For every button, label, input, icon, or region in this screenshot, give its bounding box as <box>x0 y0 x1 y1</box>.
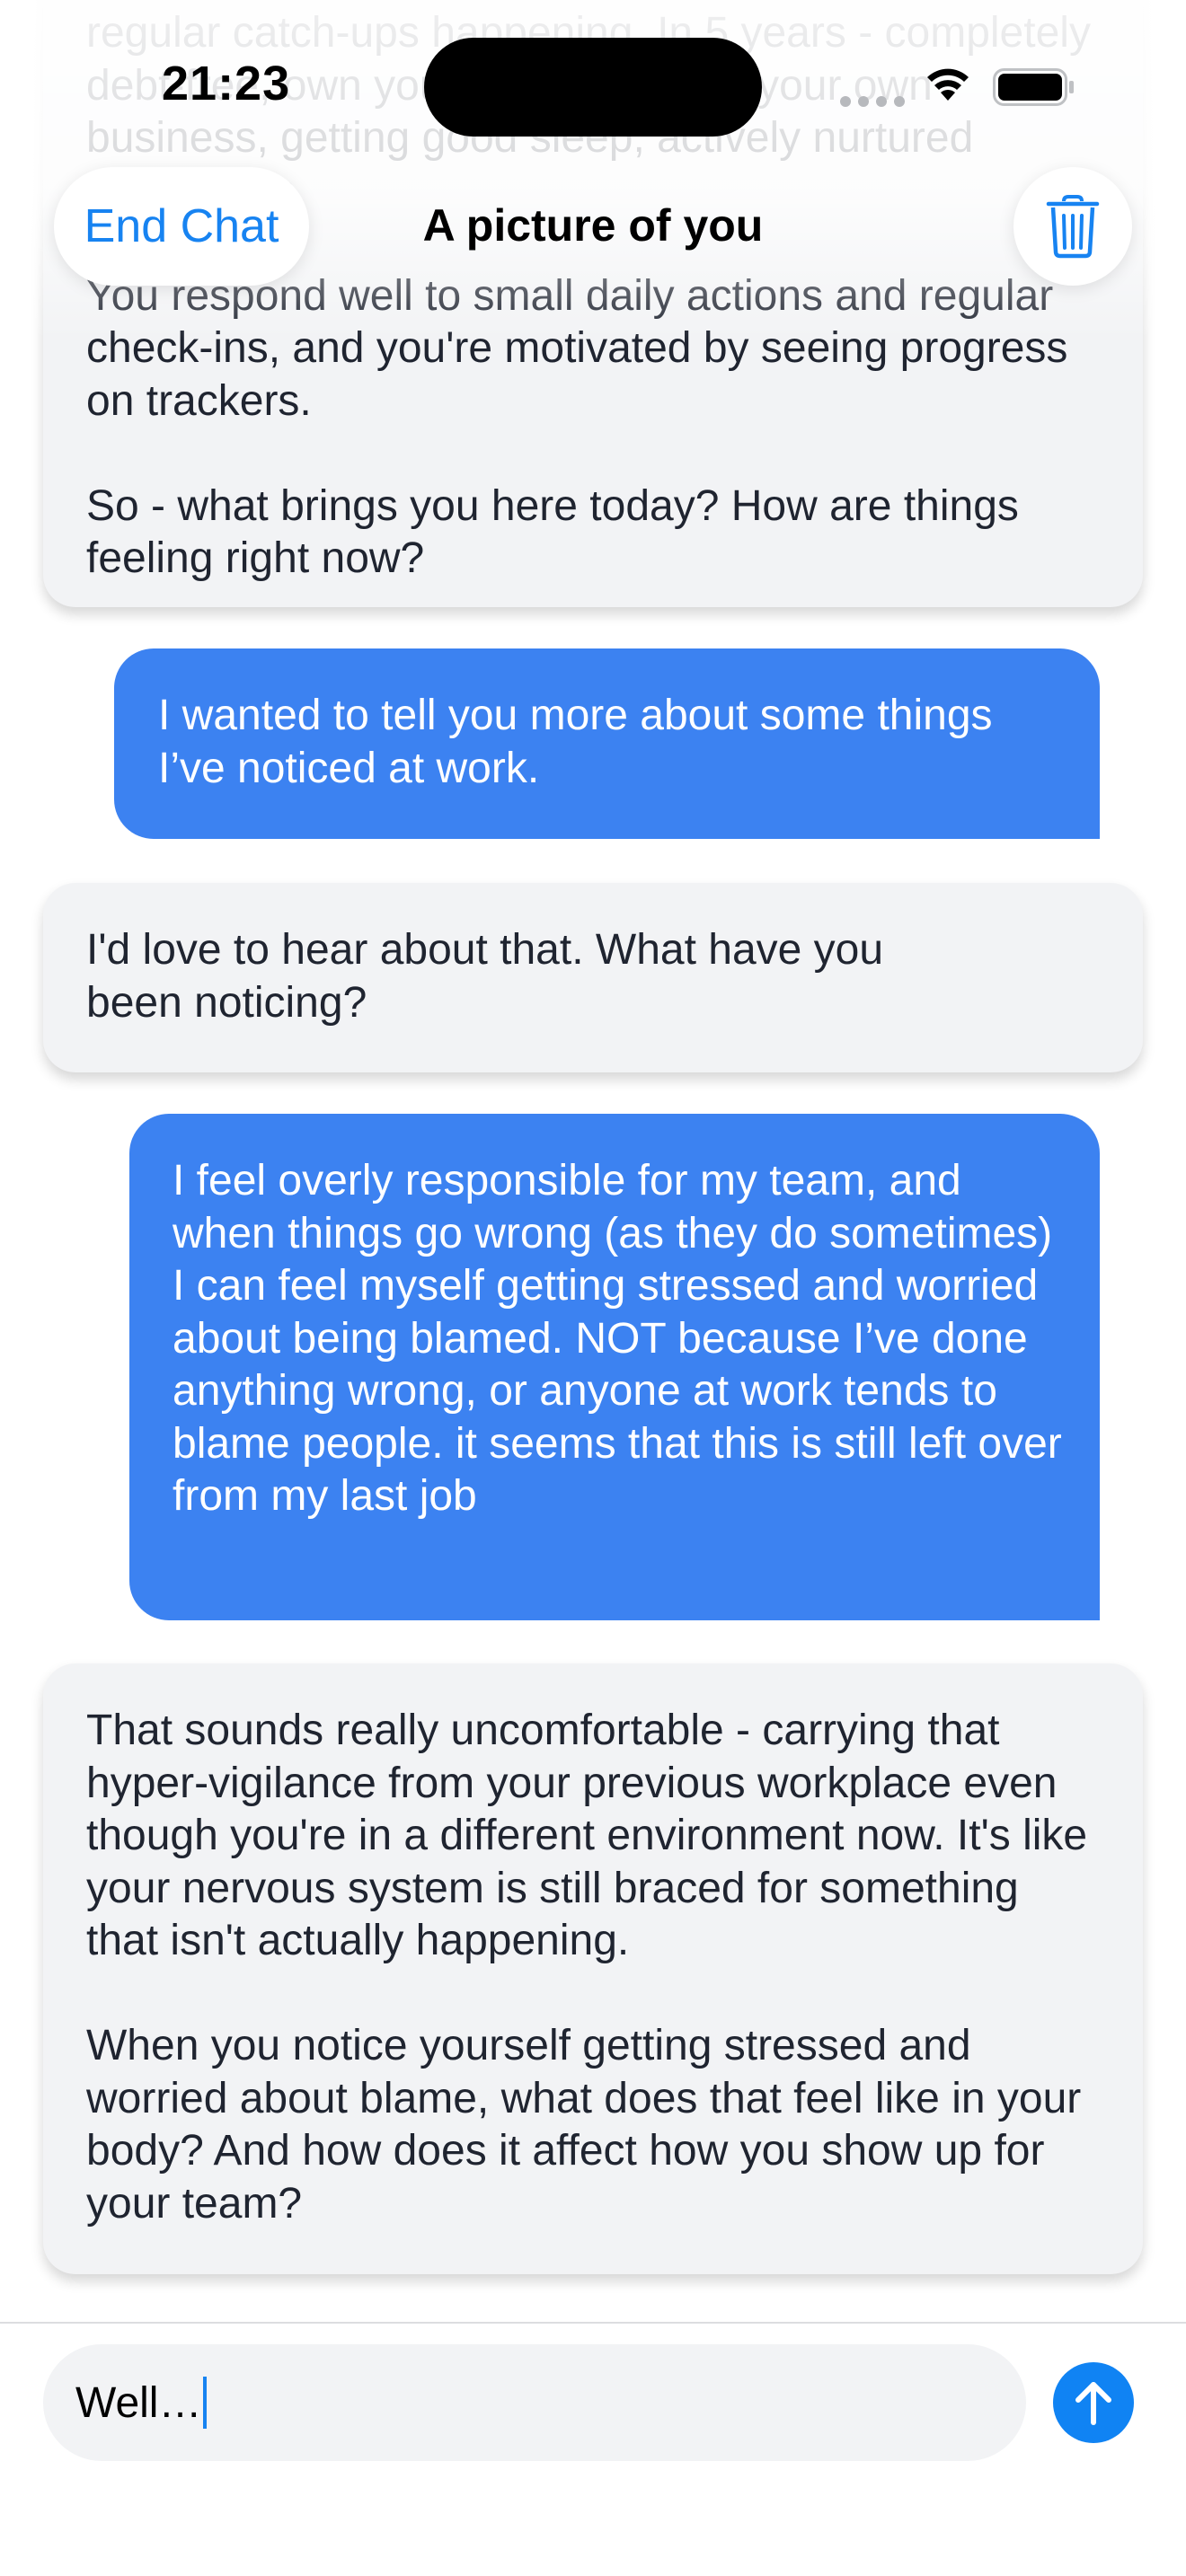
battery-icon <box>993 68 1074 106</box>
chat-transcript[interactable]: regular catch-ups happening. In 5 years … <box>0 0 1186 2322</box>
trash-icon <box>1046 195 1100 259</box>
status-bar: 21:23 <box>0 0 1186 171</box>
composer-divider <box>0 2322 1186 2324</box>
delete-chat-button[interactable] <box>1013 167 1132 286</box>
status-time: 21:23 <box>162 57 291 110</box>
assistant-message: I'd love to hear about that. What have y… <box>43 883 1143 1072</box>
user-message: I wanted to tell you more about some thi… <box>114 648 1100 839</box>
text-caret <box>203 2377 208 2429</box>
arrow-up-icon <box>1075 2382 1111 2425</box>
page-title: A picture of you <box>422 200 764 251</box>
wifi-icon <box>927 68 969 101</box>
navigation-bar: End Chat A picture of you <box>0 167 1186 286</box>
end-chat-button[interactable]: End Chat <box>54 167 309 286</box>
assistant-message: That sounds really uncomfortable - carry… <box>43 1663 1143 2274</box>
send-button[interactable] <box>1053 2362 1134 2443</box>
message-input-text: Well… <box>75 2378 202 2427</box>
cellular-signal-icon <box>840 96 905 107</box>
dynamic-island <box>424 38 762 137</box>
user-message: I feel overly responsible for my team, a… <box>129 1114 1100 1620</box>
message-input[interactable]: Well… <box>43 2344 1026 2461</box>
